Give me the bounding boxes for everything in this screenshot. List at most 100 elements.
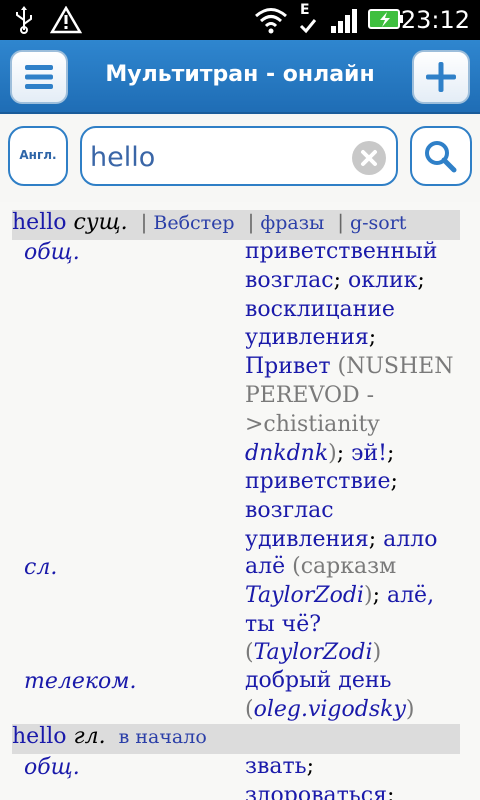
punctuation: ;	[306, 754, 315, 779]
webster-link[interactable]: Вебстер	[153, 212, 234, 234]
translation-link[interactable]: удивления	[245, 527, 369, 552]
translation-line: ты чё?	[245, 611, 460, 640]
note-text: )	[372, 640, 382, 666]
clock: 23:12	[400, 6, 470, 34]
translation-line: удивления; алло	[245, 526, 460, 555]
note-text: )	[363, 582, 373, 608]
battery-icon	[368, 9, 403, 29]
note-text: >chistianity	[245, 411, 380, 437]
warning-icon	[50, 6, 82, 34]
headword-link[interactable]: hello	[12, 210, 67, 235]
search-input[interactable]	[90, 138, 348, 176]
dictionary-results: hello сущ. | Вебстер | фразы | g-sort общ. …	[0, 202, 480, 800]
translation-line: PEREVOD -	[245, 382, 460, 411]
translation-line: возглас	[245, 497, 460, 526]
status-bar: E 23:12	[0, 0, 480, 40]
note-text: )	[328, 440, 337, 466]
translation-link[interactable]: добрый день	[245, 668, 392, 693]
translation-link[interactable]: алло	[383, 527, 437, 552]
to-top-link[interactable]: в начало	[119, 726, 207, 748]
language-label: Англ.	[19, 148, 57, 162]
part-of-speech: сущ.	[73, 210, 128, 235]
punctuation: ;	[387, 440, 395, 466]
punctuation: ;	[368, 526, 384, 552]
translation-link[interactable]: здороваться	[245, 783, 387, 800]
translation-link[interactable]: оклик	[348, 268, 417, 293]
translation-line: dnkdnk); эй!;	[245, 440, 460, 469]
g-sort-link[interactable]: g-sort	[350, 212, 407, 234]
translation-line: алё (сарказм	[245, 553, 460, 582]
note-text: (NUSHEN	[330, 354, 454, 380]
translation-line: Привет (NUSHEN	[245, 353, 460, 382]
author-link[interactable]: TaylorZodi	[254, 640, 373, 665]
translation-link[interactable]: удивления	[245, 325, 369, 350]
note-text: )	[405, 696, 415, 722]
separator: |	[247, 210, 255, 234]
translation-link[interactable]: алё,	[387, 583, 434, 608]
translation-line: здороваться;	[245, 782, 460, 800]
translations: приветственный возглас; оклик; восклицание…	[245, 238, 460, 555]
punctuation: ;	[390, 469, 398, 495]
add-button[interactable]	[412, 50, 470, 104]
translation-link[interactable]: приветствие	[245, 469, 391, 494]
translation-link[interactable]: эй!	[351, 441, 387, 466]
search-bar: Англ.	[0, 116, 480, 202]
menu-button[interactable]	[10, 50, 68, 104]
translation-line: восклицание	[245, 296, 460, 325]
phrases-link[interactable]: фразы	[260, 212, 324, 234]
punctuation: ;	[368, 325, 377, 351]
part-of-speech: гл.	[73, 724, 106, 749]
translation-line: приветственный	[245, 238, 460, 267]
punctuation: ;	[386, 782, 395, 800]
subject-label[interactable]: телеком.	[24, 669, 137, 694]
translation-link[interactable]: возглас	[245, 498, 334, 523]
author-link[interactable]: oleg.vigodsky	[254, 697, 406, 722]
translation-line: звать;	[245, 753, 460, 782]
note-text: (	[245, 696, 254, 722]
translation-link[interactable]: алё	[245, 554, 285, 579]
search-button[interactable]	[410, 126, 472, 186]
subject-label[interactable]: общ.	[24, 240, 80, 265]
entry-header: hello гл. в начало	[12, 724, 460, 754]
punctuation: ;	[336, 440, 352, 466]
note-text: (	[245, 640, 254, 666]
separator: |	[140, 210, 148, 234]
wifi-icon	[255, 8, 287, 34]
author-link[interactable]: TaylorZodi	[245, 583, 364, 608]
signal-icon	[331, 9, 357, 33]
translation-link[interactable]: восклицание	[245, 297, 395, 322]
headword-link[interactable]: hello	[12, 724, 67, 749]
translation-line: TaylorZodi); алё,	[245, 582, 460, 611]
translation-link[interactable]: возглас	[245, 268, 334, 293]
translation-link[interactable]: приветственный	[245, 239, 437, 264]
app-header: Мультитран - онлайн	[0, 40, 480, 114]
punctuation: ;	[417, 267, 425, 293]
author-link[interactable]: dnkdnk	[245, 441, 328, 466]
subject-label[interactable]: сл.	[24, 555, 57, 580]
punctuation: ;	[372, 582, 387, 608]
language-button[interactable]: Англ.	[8, 126, 68, 186]
translation-line: удивления;	[245, 324, 460, 353]
translation-link[interactable]: Привет	[245, 354, 331, 379]
translation-line: приветствие;	[245, 468, 460, 497]
clear-icon	[361, 150, 377, 166]
translation-line: (TaylorZodi)	[245, 639, 460, 668]
translations: алё (сарказм TaylorZodi); алё, ты чё? (Tayl…	[245, 553, 460, 668]
translation-link[interactable]: ты чё?	[245, 612, 321, 637]
data-activity-icon	[299, 19, 317, 34]
translations: добрый день (oleg.vigodsky)	[245, 667, 460, 725]
translation-line: добрый день	[245, 667, 460, 696]
translation-link[interactable]: звать	[245, 754, 307, 779]
hamburger-icon	[25, 65, 53, 89]
entry-header: hello сущ. | Вебстер | фразы | g-sort	[12, 210, 460, 240]
translation-line: >chistianity	[245, 411, 460, 440]
search-field[interactable]	[80, 126, 398, 186]
subject-label[interactable]: общ.	[24, 755, 80, 780]
clear-button[interactable]	[352, 141, 386, 175]
separator: |	[337, 210, 344, 234]
note-text: PEREVOD -	[245, 382, 375, 408]
translation-line: (oleg.vigodsky)	[245, 696, 460, 725]
note-text: (сарказм	[285, 554, 397, 579]
translations: звать; здороваться;	[245, 753, 460, 800]
plus-icon	[426, 62, 456, 92]
